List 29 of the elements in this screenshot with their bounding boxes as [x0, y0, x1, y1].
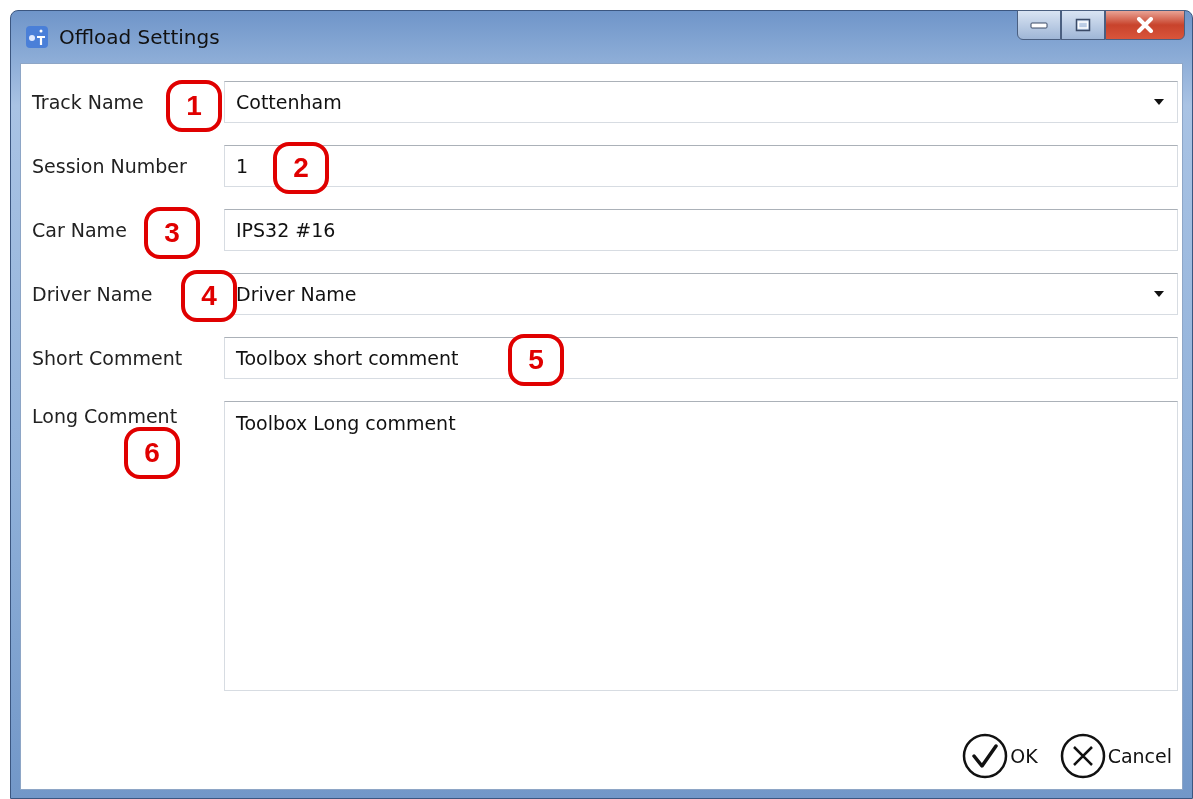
field-label: Driver Name	[32, 283, 153, 305]
check-circle-icon	[962, 733, 1009, 779]
text-field[interactable]: IPS32 #16	[224, 209, 1178, 251]
field-label: Short Comment	[32, 347, 183, 369]
minimize-icon	[1030, 21, 1048, 29]
field-label: Long Comment	[32, 405, 178, 427]
callout-number: 5	[508, 334, 564, 386]
close-button[interactable]	[1105, 10, 1185, 40]
app-icon	[25, 25, 49, 49]
callout-number: 4	[181, 270, 237, 322]
dropdown[interactable]: Cottenham	[224, 81, 1178, 123]
ok-button[interactable]: OK	[962, 733, 1038, 779]
maximize-button[interactable]	[1061, 10, 1105, 40]
close-icon	[1135, 17, 1155, 33]
minimize-button[interactable]	[1017, 10, 1061, 40]
field-label: Track Name	[32, 91, 144, 113]
field-label: Car Name	[32, 219, 127, 241]
callout-number: 6	[124, 427, 180, 479]
window-title: Offload Settings	[59, 25, 220, 49]
callout-number: 2	[273, 142, 329, 194]
text-area[interactable]: Toolbox Long comment	[224, 401, 1178, 691]
dropdown-arrow-icon	[1153, 290, 1165, 298]
callout-number: 3	[144, 207, 200, 259]
cancel-button[interactable]: Cancel	[1059, 733, 1172, 779]
field-label: Session Number	[32, 155, 187, 177]
dropdown-arrow-icon	[1153, 98, 1165, 106]
maximize-icon	[1075, 18, 1091, 32]
cancel-circle-icon	[1059, 733, 1106, 779]
callout-number: 1	[166, 80, 222, 132]
